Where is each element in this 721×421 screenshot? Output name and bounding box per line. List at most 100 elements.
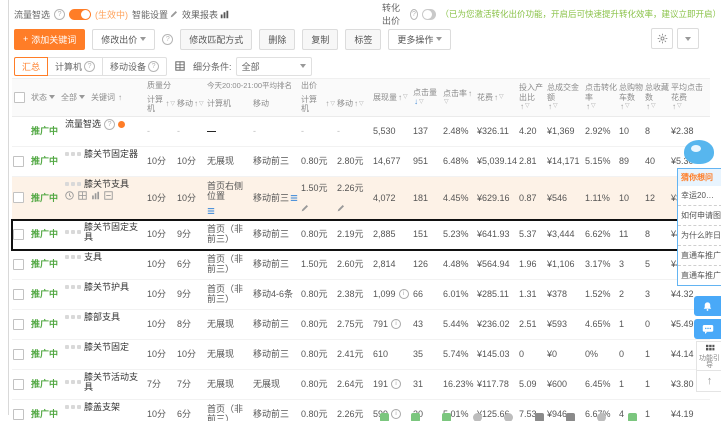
row-checkbox[interactable] xyxy=(13,318,24,330)
device-tab-0[interactable]: 汇总 xyxy=(14,56,49,76)
bid-pc-sort[interactable]: 计算机 ↑ ▽ xyxy=(300,93,336,116)
spend-sort[interactable]: 花费 ↑ ▽ xyxy=(476,79,518,116)
taskbar-icon[interactable] xyxy=(535,413,544,421)
cell-impressions-value: 610 xyxy=(373,349,389,360)
add-keyword-button[interactable]: + 添加关键词 xyxy=(14,28,86,50)
faq-item-2[interactable]: 为什么昨日顶部… xyxy=(678,226,721,246)
taskbar-icon[interactable] xyxy=(411,413,420,421)
taskbar-icon[interactable] xyxy=(473,413,482,421)
row-checkbox[interactable] xyxy=(13,155,24,167)
keyword-line: 膝关节护具 xyxy=(65,282,129,292)
quality-mobile-sort[interactable]: 移动 ↑ ▽ xyxy=(176,93,206,116)
minus-square-icon[interactable] xyxy=(104,191,113,200)
cell-rank-pc: 无展现 xyxy=(206,340,252,369)
taskbar-icon[interactable] xyxy=(504,413,513,421)
pencil-icon[interactable] xyxy=(301,204,309,212)
data-note-icon[interactable]: i xyxy=(391,379,402,390)
conversion-bid-toggle[interactable] xyxy=(421,8,437,20)
report-link[interactable]: 效果报表 xyxy=(182,8,229,21)
taskbar-icon[interactable] xyxy=(628,413,637,421)
feature-guide-button[interactable]: 功能引导 xyxy=(696,341,721,373)
roi-sort[interactable]: 投入产出比 ↑ ▽ xyxy=(518,79,546,116)
modify-bid-dropdown[interactable]: 修改出价 xyxy=(92,28,156,50)
smart-setting-link[interactable]: 智能设置 xyxy=(132,8,178,21)
status-filter[interactable]: 状态 xyxy=(31,93,55,103)
cell-rank-mobile: 移动前三 xyxy=(252,147,300,176)
taskbar-icon[interactable] xyxy=(442,413,451,421)
notification-button[interactable] xyxy=(694,296,721,316)
cell-quality-mobile: 6分 xyxy=(176,400,206,421)
row-checkbox[interactable] xyxy=(13,378,24,390)
row-checkbox[interactable] xyxy=(13,258,24,270)
cell-bid-mobile-value: 2.64元 xyxy=(337,379,364,390)
clicks-sort[interactable]: 点击量 ↓ ▽ xyxy=(412,79,442,116)
smart-flow-toggle[interactable] xyxy=(69,8,92,20)
row-checkbox[interactable] xyxy=(13,408,24,420)
cell-ctr: 2.48% xyxy=(442,117,476,146)
gmv-sort[interactable]: 总成交金额 ↑ ▽ xyxy=(546,79,584,116)
cell-rank-mobile: - xyxy=(252,117,300,146)
service-mascot-icon[interactable] xyxy=(684,136,716,166)
data-note-icon[interactable]: i xyxy=(398,289,409,300)
cell-quality-mobile-value: 6分 xyxy=(177,259,192,270)
history-icon[interactable] xyxy=(65,191,74,200)
modify-match-button[interactable]: 修改匹配方式 xyxy=(180,28,253,50)
taskbar-icon[interactable] xyxy=(566,413,575,421)
grid-icon[interactable] xyxy=(78,191,87,200)
delete-button[interactable]: 删除 xyxy=(259,28,296,50)
back-to-top-button[interactable]: ↑ xyxy=(696,370,721,392)
copy-button[interactable]: 复制 xyxy=(302,28,339,50)
row-checkbox[interactable] xyxy=(13,192,24,204)
scope-filter[interactable]: 全部 xyxy=(61,93,85,103)
chat-button[interactable] xyxy=(694,319,721,339)
filter-select[interactable]: 全部 xyxy=(235,56,312,76)
cvr-sort[interactable]: 点击转化率 ↑ ▽ xyxy=(584,79,618,116)
rank-trend-icon[interactable] xyxy=(290,194,298,202)
faq-item-4[interactable]: 直通车推广计划 xyxy=(678,266,721,285)
row-checkbox[interactable] xyxy=(13,348,24,360)
info-icon[interactable]: ? xyxy=(104,118,116,130)
cell-bid-mobile: 2.75元 xyxy=(336,310,372,339)
data-note-icon[interactable]: i xyxy=(391,319,402,330)
carts-sort[interactable]: 总购物车数 ↑ ▽ xyxy=(618,79,644,116)
status-badge: 推广中 xyxy=(31,319,59,330)
device-tab-2[interactable]: 移动设备? xyxy=(102,56,168,76)
cell-roi: 0.87 xyxy=(518,177,546,219)
bid-mobile-sort[interactable]: 移动 ↑ ▽ xyxy=(336,93,372,116)
taskbar-icon[interactable] xyxy=(380,413,389,421)
quality-pc-sort[interactable]: 计算机 ↑ ▽ xyxy=(146,93,176,116)
collapse-button[interactable] xyxy=(677,28,699,49)
taskbar-icon[interactable] xyxy=(597,413,606,421)
cell-rank-mobile: 移动前三 xyxy=(252,310,300,339)
info-icon[interactable]: ? xyxy=(162,33,174,45)
info-icon[interactable]: ? xyxy=(409,8,418,20)
favs-sort[interactable]: 总收藏数 ↑ ▽ xyxy=(644,79,670,116)
cell-quality-mobile-value: - xyxy=(177,126,180,137)
cell-rank-mobile-value: - xyxy=(253,126,256,137)
faq-item-0[interactable]: 幸运20… xyxy=(678,186,721,206)
settings-button[interactable] xyxy=(651,28,673,49)
device-tab-1[interactable]: 计算机? xyxy=(47,56,104,76)
pencil-icon[interactable] xyxy=(337,204,345,212)
info-icon[interactable]: ? xyxy=(54,8,66,20)
row-checkbox[interactable] xyxy=(13,228,24,240)
row-checkbox[interactable] xyxy=(13,288,24,300)
rank-trend-icon[interactable] xyxy=(207,207,215,215)
cell-impressions: 2,814 xyxy=(372,250,412,279)
ctr-sort[interactable]: 点击率 ↑ ▽ xyxy=(442,79,476,116)
cell-roi-value: 2.81 xyxy=(519,156,537,167)
keyword-sort[interactable]: 关键词 ↑ xyxy=(91,93,122,103)
cpc-sort[interactable]: 平均点击花费 ↑ ▽ xyxy=(670,79,710,116)
imp-sort[interactable]: 展现量 ↑ ▽ xyxy=(372,79,412,116)
faq-item-3[interactable]: 直通车推广… xyxy=(678,246,721,266)
cell-bid-pc-value: 0.80元 xyxy=(301,409,328,420)
cell-rank-mobile-value: 无展现 xyxy=(253,379,281,390)
bar-chart-icon[interactable] xyxy=(91,191,100,200)
tag-button[interactable]: 标签 xyxy=(345,28,382,50)
more-actions-dropdown[interactable]: 更多操作 xyxy=(388,28,452,50)
cell-cvr: 4.65% xyxy=(584,310,618,339)
cell-rank-pc: 无展现 xyxy=(206,370,252,399)
faq-item-1[interactable]: 如何申请图片功能 xyxy=(678,206,721,226)
cell-bid-mobile-value: 2.26元 xyxy=(337,409,364,420)
select-all-checkbox[interactable] xyxy=(14,91,25,103)
